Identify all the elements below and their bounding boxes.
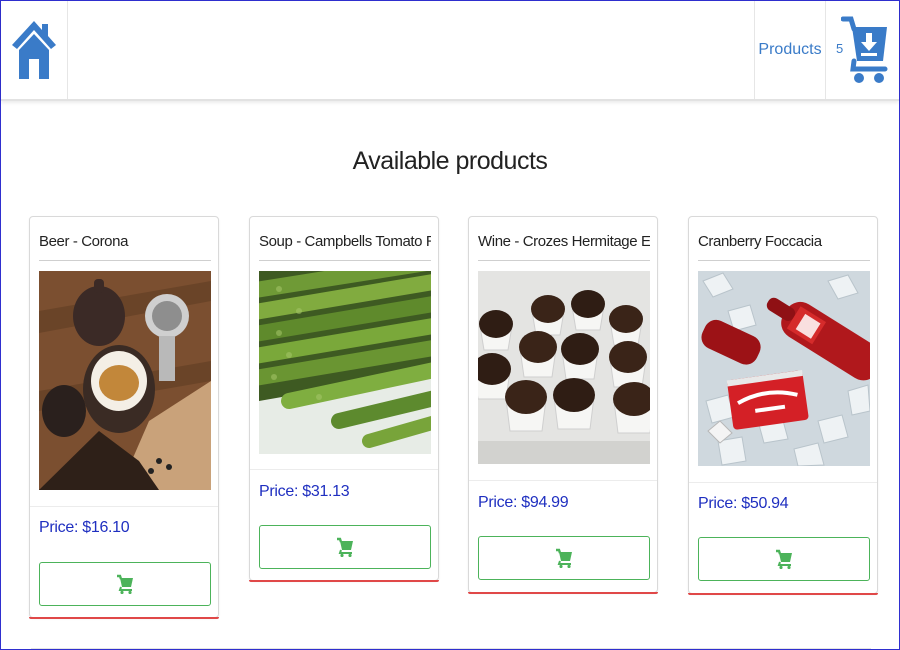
add-to-cart-button[interactable]	[698, 537, 870, 581]
add-to-cart-button[interactable]	[478, 536, 650, 580]
product-image	[698, 271, 870, 466]
card-separator	[30, 506, 218, 507]
product-card: Soup - Campbells Tomato Ravioli Price: $…	[249, 216, 439, 582]
product-price: Price: $94.99	[478, 494, 569, 511]
product-image	[39, 271, 211, 490]
cart-icon	[556, 548, 572, 568]
product-card: Beer - Corona Price: $16.10	[29, 216, 219, 619]
card-separator	[250, 469, 438, 470]
page-title: Available products	[352, 147, 548, 175]
cart-icon	[117, 574, 133, 594]
add-to-cart-button[interactable]	[259, 525, 431, 569]
product-card: Cranberry Foccacia Price: $50.94	[688, 216, 878, 595]
product-name: Beer - Corona	[39, 233, 129, 250]
divider	[39, 260, 211, 261]
nav-products-label: Products	[758, 41, 822, 58]
product-name: Cranberry Foccacia	[698, 233, 822, 250]
product-image	[478, 271, 650, 464]
cart-icon	[776, 549, 792, 569]
product-price: Price: $31.13	[259, 483, 350, 500]
product-price: Price: $16.10	[39, 519, 130, 536]
home-icon	[12, 21, 56, 79]
card-separator	[469, 480, 657, 481]
divider	[259, 260, 431, 261]
product-price: Price: $50.94	[698, 495, 789, 512]
product-name: Soup - Campbells Tomato Ravioli	[259, 233, 431, 250]
cart-link[interactable]: 5	[825, 1, 899, 99]
home-link[interactable]	[1, 1, 68, 99]
divider	[698, 260, 870, 261]
navbar: Products 5	[1, 1, 899, 101]
nav-products-link[interactable]: Products	[754, 1, 826, 99]
page-bottom-divider	[31, 648, 871, 649]
add-to-cart-button[interactable]	[39, 562, 211, 606]
product-image	[259, 271, 431, 454]
product-name: Wine - Crozes Hermitage E.	[478, 233, 650, 250]
cart-download-icon	[841, 16, 888, 83]
cart-icon	[337, 537, 353, 557]
divider	[478, 260, 650, 261]
product-card: Wine - Crozes Hermitage E. Price: $94.99	[468, 216, 658, 594]
card-separator	[689, 482, 877, 483]
